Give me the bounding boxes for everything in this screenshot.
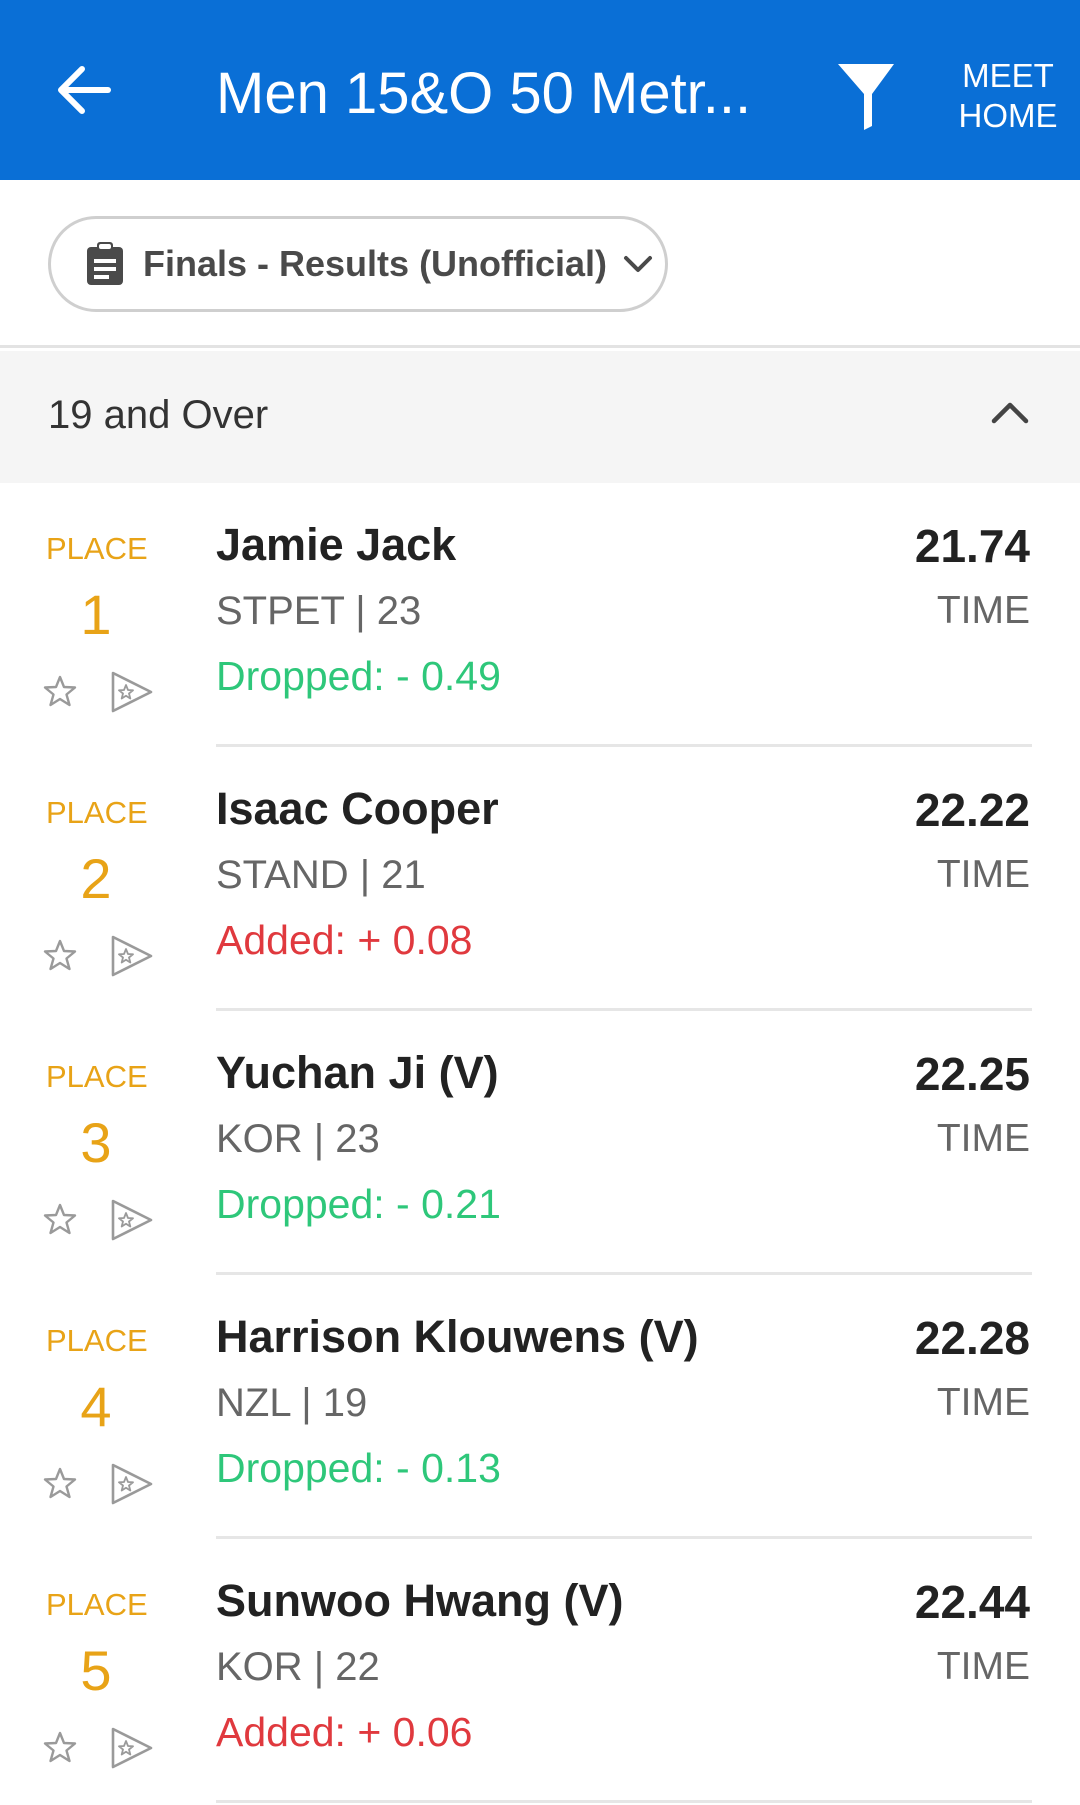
clipboard-icon [85, 241, 125, 287]
time-delta: Dropped: - 0.21 [216, 1181, 501, 1227]
meet-home-button[interactable]: MEET HOME [950, 56, 1066, 136]
place-number: 3 [80, 1111, 112, 1174]
app-screen: Men 15&O 50 Metr... MEET HOME Finals - R… [0, 0, 1080, 1805]
follow-swimmer-button[interactable] [108, 933, 156, 979]
swimmer-name: Yuchan Ji (V) [216, 1047, 499, 1098]
time-delta: Added: + 0.08 [216, 917, 473, 963]
swim-time: 22.25 [914, 1048, 1030, 1100]
follow-swimmer-button[interactable] [108, 669, 156, 715]
session-selector-bar: Finals - Results (Unofficial) [0, 180, 1080, 348]
favorite-button[interactable] [40, 671, 80, 711]
result-row[interactable]: PLACE 4 Harrison Klouwens (V) NZL | 19 D… [0, 1275, 1080, 1539]
favorite-button[interactable] [40, 1199, 80, 1239]
follow-swimmer-button[interactable] [108, 1725, 156, 1771]
swim-time: 21.74 [914, 520, 1030, 572]
place-number: 4 [80, 1375, 112, 1438]
pennant-star-icon [111, 671, 153, 713]
time-label: TIME [936, 853, 1030, 896]
page-title: Men 15&O 50 Metr... [216, 61, 752, 126]
place-label: PLACE [46, 1059, 148, 1094]
place-label: PLACE [46, 1587, 148, 1622]
time-label: TIME [936, 1117, 1030, 1160]
result-row[interactable]: PLACE 2 Isaac Cooper STAND | 21 Added: +… [0, 747, 1080, 1011]
swimmer-team-age: KOR | 23 [216, 1117, 380, 1161]
session-label: Finals - Results (Unofficial) [143, 243, 608, 284]
time-label: TIME [936, 1645, 1030, 1688]
favorite-button[interactable] [40, 1727, 80, 1767]
time-label: TIME [936, 1381, 1030, 1424]
place-number: 2 [80, 847, 112, 910]
time-delta: Dropped: - 0.49 [216, 653, 501, 699]
row-divider [216, 1800, 1032, 1803]
place-label: PLACE [46, 531, 148, 566]
star-outline-icon [43, 1467, 77, 1499]
swim-time: 22.44 [914, 1576, 1030, 1628]
swimmer-team-age: NZL | 19 [216, 1381, 368, 1425]
star-outline-icon [43, 1203, 77, 1235]
place-number: 5 [80, 1639, 112, 1702]
swimmer-team-age: KOR | 22 [216, 1645, 380, 1689]
meet-home-line1: MEET [962, 57, 1054, 94]
star-outline-icon [43, 1731, 77, 1763]
pennant-star-icon [111, 1463, 153, 1505]
filter-button[interactable] [826, 52, 906, 140]
time-delta: Added: + 0.06 [216, 1709, 473, 1755]
chevron-down-icon [623, 254, 653, 274]
result-row[interactable]: PLACE 1 Jamie Jack STPET | 23 Dropped: -… [0, 483, 1080, 747]
swimmer-name: Harrison Klouwens (V) [216, 1311, 699, 1362]
swim-time: 22.28 [914, 1312, 1030, 1364]
favorite-button[interactable] [40, 1463, 80, 1503]
session-dropdown[interactable]: Finals - Results (Unofficial) [48, 216, 668, 312]
swimmer-name: Jamie Jack [216, 519, 457, 570]
age-group-title: 19 and Over [48, 393, 269, 437]
back-button[interactable] [44, 50, 124, 130]
age-group-header[interactable]: 19 and Over [0, 351, 1080, 483]
meet-home-line2: HOME [958, 97, 1058, 134]
swim-time: 22.22 [914, 784, 1030, 836]
follow-swimmer-button[interactable] [108, 1197, 156, 1243]
pennant-star-icon [111, 1199, 153, 1241]
result-row[interactable]: PLACE 3 Yuchan Ji (V) KOR | 23 Dropped: … [0, 1011, 1080, 1275]
result-row[interactable]: PLACE 5 Sunwoo Hwang (V) KOR | 22 Added:… [0, 1539, 1080, 1803]
filter-icon [838, 64, 894, 130]
follow-swimmer-button[interactable] [108, 1461, 156, 1507]
favorite-button[interactable] [40, 935, 80, 975]
place-label: PLACE [46, 795, 148, 830]
swimmer-team-age: STAND | 21 [216, 853, 426, 897]
arrow-left-icon [58, 66, 111, 114]
results-list: PLACE 1 Jamie Jack STPET | 23 Dropped: -… [0, 483, 1080, 1803]
time-label: TIME [936, 589, 1030, 632]
time-delta: Dropped: - 0.13 [216, 1445, 501, 1491]
place-number: 1 [80, 583, 112, 646]
swimmer-name: Sunwoo Hwang (V) [216, 1575, 624, 1626]
star-outline-icon [43, 939, 77, 971]
top-app-bar: Men 15&O 50 Metr... MEET HOME [0, 0, 1080, 180]
chevron-up-icon[interactable] [990, 399, 1030, 425]
swimmer-name: Isaac Cooper [216, 783, 499, 834]
pennant-star-icon [111, 1727, 153, 1769]
swimmer-team-age: STPET | 23 [216, 589, 422, 633]
place-label: PLACE [46, 1323, 148, 1358]
pennant-star-icon [111, 935, 153, 977]
star-outline-icon [43, 675, 77, 707]
